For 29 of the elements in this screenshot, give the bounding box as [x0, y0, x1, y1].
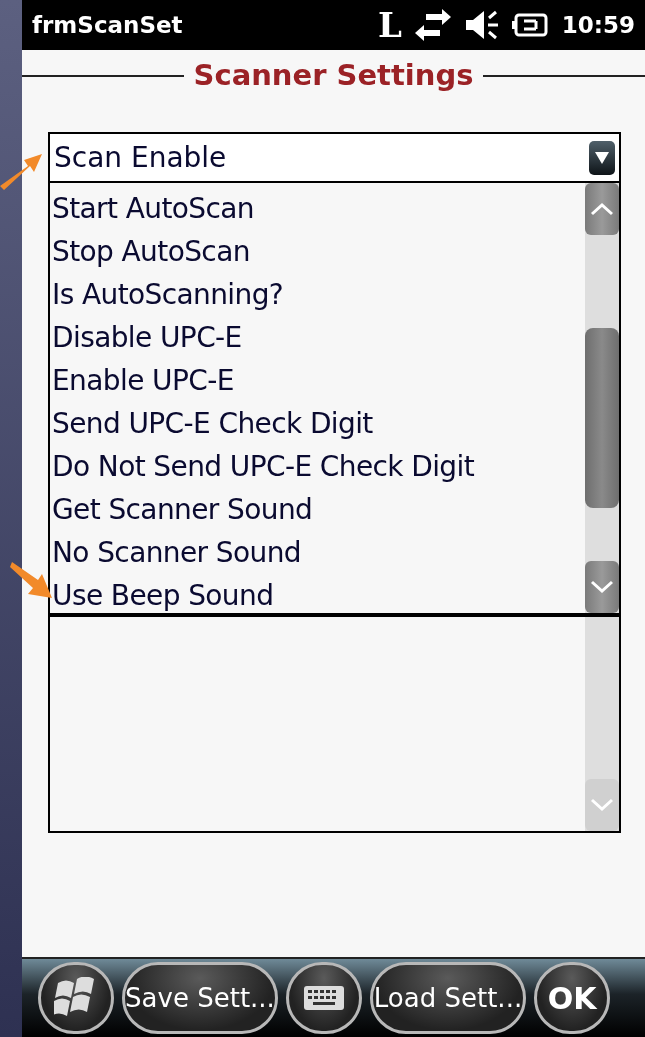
input-mode-indicator: L	[377, 8, 402, 42]
dropdown-field[interactable]: Scan Enable	[48, 132, 621, 183]
list-item[interactable]: Disable UPC-E	[50, 316, 585, 359]
scrollbar[interactable]	[585, 183, 619, 613]
list-item[interactable]: Is AutoScanning?	[50, 273, 585, 316]
chevron-up-icon	[590, 202, 614, 216]
chevron-down-icon	[590, 580, 614, 594]
load-button[interactable]: Load Sett...	[370, 962, 526, 1034]
list-item[interactable]: Get Scanner Sound	[50, 488, 585, 531]
list-item[interactable]: Do Not Send UPC-E Check Digit	[50, 445, 585, 488]
battery-icon	[511, 11, 550, 39]
connectivity-icon	[413, 9, 452, 41]
scroll-down-button[interactable]	[585, 561, 619, 613]
list-item[interactable]: Stop AutoScan	[50, 230, 585, 273]
list-item[interactable]: No Scanner Sound	[50, 531, 585, 574]
clock: 10:59	[561, 10, 635, 40]
list-item[interactable]: Start AutoScan	[50, 187, 585, 230]
section-heading: Scanner Settings	[193, 57, 474, 95]
ok-button[interactable]: OK	[534, 962, 610, 1034]
keyboard-icon	[303, 985, 345, 1011]
scroll-up-button[interactable]	[585, 183, 619, 235]
speaker-muted-icon	[463, 9, 500, 41]
chevron-down-icon	[590, 798, 614, 812]
list-item[interactable]: Enable UPC-E	[50, 359, 585, 402]
list-item[interactable]: Use Beep Sound	[50, 574, 585, 617]
window-title: frmScanSet	[32, 10, 184, 40]
list-item[interactable]: Send UPC-E Check Digit	[50, 402, 585, 445]
save-button[interactable]: Save Sett...	[122, 962, 278, 1034]
scroll-thumb[interactable]	[585, 328, 619, 508]
